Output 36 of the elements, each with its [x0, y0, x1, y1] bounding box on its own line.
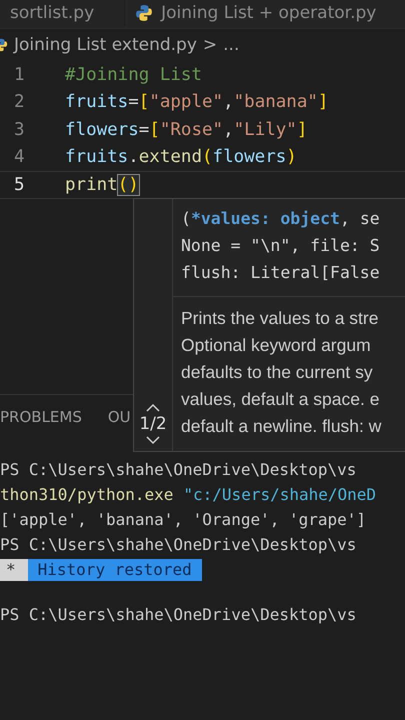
code-line: fruits=["apple","banana"]	[65, 92, 328, 112]
chevron-up-icon[interactable]	[146, 403, 160, 412]
panel-tab[interactable]: PROBLEMS	[0, 408, 82, 426]
documentation-line: defaults to the current sy	[181, 361, 374, 384]
line-number: 5	[13, 174, 26, 195]
editor-tab[interactable]: sortlist.py	[0, 0, 126, 26]
terminal-text: PS C:\Users\shahe\OneDrive\Desktop\vs	[0, 460, 356, 479]
documentation-line: values, default a space. e	[181, 388, 380, 411]
code-line: fruits.extend(flowers)	[65, 147, 297, 168]
terminal-text: ['apple', 'banana', 'Orange', 'grape']	[0, 510, 366, 529]
terminal-text: PS C:\Users\shahe\OneDrive\Desktop\vs	[0, 535, 356, 554]
history-notice: History restored	[28, 558, 202, 580]
terminal-text: "c:/Users/shahe/OneD	[183, 485, 376, 504]
line-number: 2	[13, 92, 26, 112]
line-number: 3	[13, 120, 26, 140]
breadcrumb-more[interactable]: ...	[223, 35, 240, 55]
documentation-line: default a newline. flush: w	[181, 415, 382, 438]
signature-line: (*values: object, se	[181, 208, 381, 230]
documentation-line: Prints the values to a stre	[181, 307, 380, 330]
line-number: 4	[13, 147, 26, 168]
history-marker: *	[0, 558, 28, 580]
terminal-text: PS C:\Users\shahe\OneDrive\Desktop\vs	[0, 605, 356, 624]
page-counter: 1/2	[139, 414, 167, 434]
editor-tab[interactable]: Joining List + operator.py	[125, 0, 405, 26]
breadcrumb-file[interactable]: Joining List extend.py	[14, 35, 197, 55]
chevron-down-icon[interactable]	[146, 436, 160, 445]
code-line: flowers=["Rose","Lily"]	[65, 120, 308, 140]
panel-tab[interactable]: OU	[108, 408, 131, 426]
signature-line: None = "\n", file: S	[181, 235, 381, 257]
signature-line: flush: Literal[False	[181, 262, 381, 284]
terminal-text: thon310/python.exe	[0, 485, 174, 504]
breadcrumb-separator: >	[202, 35, 218, 55]
code-line: #Joining List	[65, 64, 202, 85]
code-line: print()	[65, 174, 139, 195]
documentation-line: Optional keyword argum	[181, 334, 372, 357]
line-number: 1	[13, 64, 26, 85]
